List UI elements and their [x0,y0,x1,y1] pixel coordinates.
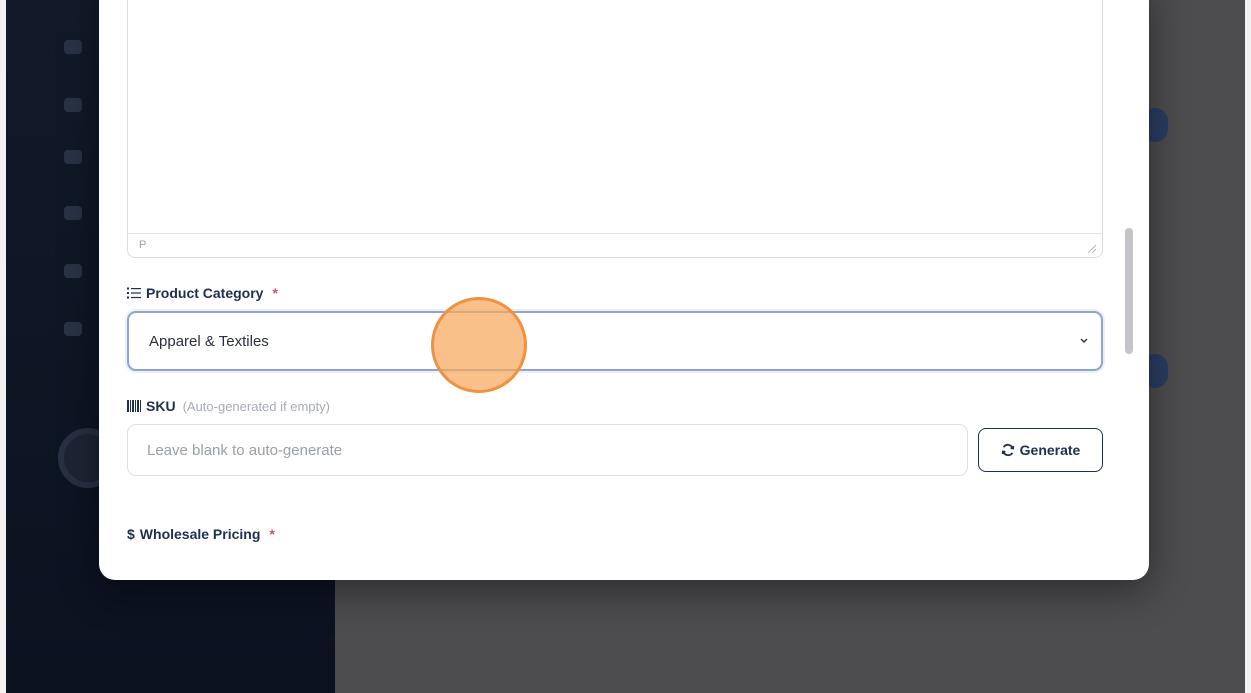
sidebar-icon [64,40,82,54]
sidebar-icon [64,206,82,220]
pricing-label: $ Wholesale Pricing * [127,526,275,542]
list-icon [127,287,141,299]
sku-label-text: SKU [146,398,176,414]
generate-label: Generate [1019,442,1081,458]
background-edge [1245,0,1251,693]
background-rail [0,0,6,693]
category-selected-value: Apparel & Textiles [149,332,269,350]
scrollbar-thumb[interactable] [1125,228,1133,354]
sidebar-icon [64,150,82,164]
sidebar-icon [64,322,82,336]
click-indicator [431,297,527,393]
required-mark: * [272,285,278,301]
editor-path: P [139,239,147,251]
barcode-icon [127,400,141,412]
sku-label: SKU (Auto-generated if empty) [127,398,330,414]
chevron-down-icon [1080,338,1088,343]
sku-hint: (Auto-generated if empty) [182,398,330,414]
modal-scrollbar[interactable] [1125,0,1133,580]
product-modal: P Product Category * Apparel & Textiles [99,0,1149,580]
pricing-label-text: Wholesale Pricing [139,526,261,542]
sku-input[interactable]: Leave blank to auto-generate [127,424,968,476]
sku-placeholder: Leave blank to auto-generate [147,441,343,459]
refresh-icon [1001,443,1014,457]
dollar-icon: $ [127,526,135,542]
category-label-text: Product Category [146,285,264,301]
sidebar-icon [64,98,82,112]
description-editor[interactable]: P [127,0,1103,258]
category-label: Product Category * [127,285,278,301]
category-select[interactable]: Apparel & Textiles [127,311,1103,371]
generate-button[interactable]: Generate [978,428,1103,472]
required-mark: * [269,526,275,542]
resize-handle-icon[interactable] [1086,243,1096,253]
editor-statusbar: P [128,233,1102,257]
sidebar-icon [64,264,82,278]
